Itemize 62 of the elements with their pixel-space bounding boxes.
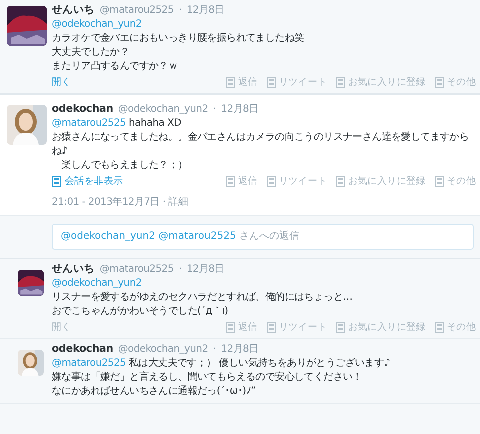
tweet-action-icon (226, 322, 236, 333)
separator-dot: · (162, 197, 166, 208)
tweet-action-link[interactable]: その他 (434, 321, 476, 334)
mention-link[interactable]: @matarou2525 (52, 358, 126, 369)
tweet-action-icon (336, 77, 346, 88)
mention-link[interactable]: @odekochan_yun2 (52, 278, 142, 289)
expand-link[interactable]: 開く (52, 321, 72, 334)
tweet-date[interactable]: 12月8日 (221, 103, 259, 117)
details-link[interactable]: 詳細 (168, 197, 188, 208)
reply-field[interactable]: @odekochan_yun2 @matarou2525 さんへの返信 (52, 224, 474, 250)
tweet-action-link[interactable]: お気に入りに登録 (336, 175, 426, 188)
tweet-action-icon (266, 176, 276, 187)
tweet-date[interactable]: 12月8日 (221, 343, 259, 357)
separator-dot: · (178, 263, 182, 277)
tweet-action-icon (434, 77, 444, 88)
tweet-text: カラオケで金バエにおもいっきり腰を振られてましたね笑 (52, 32, 306, 46)
user-name[interactable]: odekochan (52, 342, 114, 356)
separator-dot: · (178, 4, 182, 18)
tweet-text: 嫌な事は「嫌だ」と言えるし、聞いてもらえるので安心してください！ (52, 371, 364, 385)
tweet-text: またリア凸するんですか？ｗ (52, 60, 180, 74)
tweet-action-link[interactable]: お気に入りに登録 (336, 321, 426, 334)
tweet-text: なにかあればせんいちさんに通報だっ(´･ω･)ﾉ” (52, 385, 257, 399)
user-handle[interactable]: @odekochan_yun2 (118, 103, 208, 117)
tweet-action-icon (434, 322, 444, 333)
tweet-action-icon (226, 77, 236, 88)
tweet-action-link[interactable]: 返信 (226, 76, 258, 89)
user-handle[interactable]: @matarou2525 (100, 4, 174, 18)
tweet-action-link[interactable]: 返信 (226, 321, 258, 334)
expand-link[interactable]: 開く (52, 76, 72, 89)
tweet-action-link[interactable]: リツイート (266, 76, 328, 89)
mention-link[interactable]: @matarou2525 (52, 118, 126, 129)
tweet-action-icon (434, 176, 444, 187)
tweet-date[interactable]: 12月8日 (186, 4, 224, 18)
tweet-action-icon (266, 322, 276, 333)
hide-conversation-link[interactable]: 会話を非表示 (52, 175, 124, 188)
user-handle[interactable]: @odekochan_yun2 (118, 343, 208, 357)
mention-link[interactable]: @odekochan_yun2 (52, 19, 142, 30)
tweet-text: おでこちゃんがかわいそうでした(´д｀ı) (52, 305, 230, 319)
tweet-action-icon (336, 322, 346, 333)
tweet-action-icon (266, 77, 276, 88)
tweet-action-link[interactable]: リツイート (266, 175, 328, 188)
user-name[interactable]: せんいち (52, 3, 95, 17)
tweet-action-link[interactable]: お気に入りに登録 (336, 76, 426, 89)
tweet-action-link[interactable]: その他 (434, 175, 476, 188)
user-handle[interactable]: @matarou2525 (100, 263, 174, 277)
user-name[interactable]: odekochan (52, 102, 114, 116)
tweet-text: 私は大丈夫です；） 優しい気持ちをありがとうございます♪ (129, 358, 390, 369)
tweet-text: お猿さんになってましたね。。金バエさんはカメラの向こうのリスナーさん達を愛してますからね♪ (52, 131, 470, 159)
tweet-action-icon (336, 176, 346, 187)
timestamp: 21:01 - 2013年12月7日 (52, 197, 160, 208)
separator-dot: · (213, 343, 216, 357)
user-name[interactable]: せんいち (52, 262, 95, 276)
separator-dot: · (213, 103, 216, 117)
tweet-action-link[interactable]: 返信 (226, 175, 258, 188)
tweet-text: 大丈夫でしたか？ (52, 46, 131, 60)
tweet-action-link[interactable]: リツイート (266, 321, 328, 334)
tweet-action-icon (226, 176, 236, 187)
tweet-date[interactable]: 12月8日 (186, 263, 224, 277)
tweet-text: 楽しんでもらえました？；） (60, 159, 189, 173)
tweet-text: hahaha XD (129, 118, 182, 129)
tweet-text: リスナーを愛するがゆえのセクハラだとすれば、俺的にはちょっと… (52, 291, 354, 305)
tweet-action-link[interactable]: その他 (434, 76, 476, 89)
